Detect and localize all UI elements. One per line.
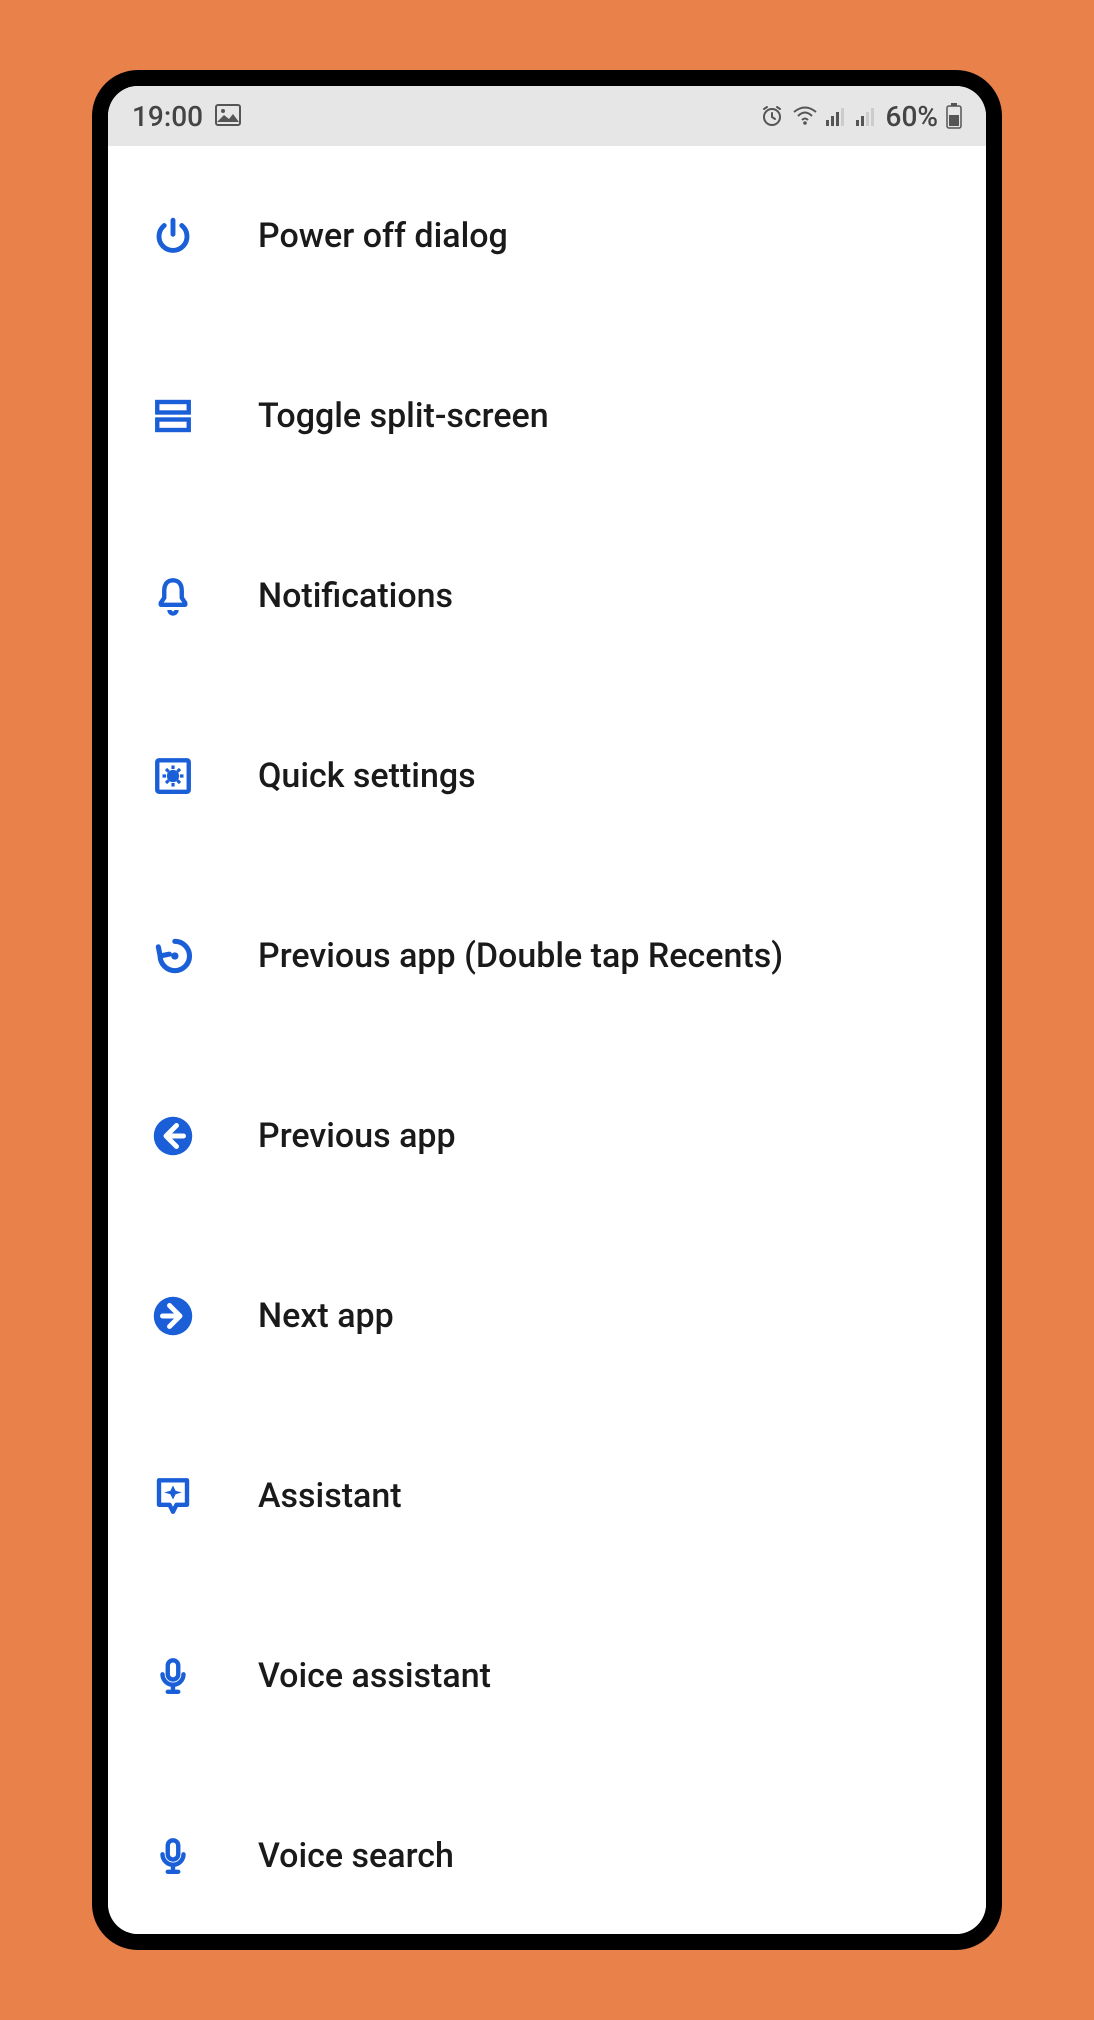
- menu-label: Voice search: [258, 1836, 454, 1876]
- status-time: 19:00: [132, 100, 203, 133]
- arrow-right-circle-icon: [148, 1291, 198, 1341]
- menu-label: Previous app: [258, 1116, 456, 1156]
- menu-item-power-off[interactable]: Power off dialog: [108, 146, 986, 326]
- menu-label: Assistant: [258, 1476, 402, 1516]
- menu-label: Previous app (Double tap Recents): [258, 936, 783, 976]
- phone-frame: 19:00 60%: [92, 70, 1002, 1950]
- arrow-left-circle-icon: [148, 1111, 198, 1161]
- menu-item-assistant[interactable]: Assistant: [108, 1406, 986, 1586]
- menu-item-notifications[interactable]: Notifications: [108, 506, 986, 686]
- menu-label: Toggle split-screen: [258, 396, 549, 436]
- quick-settings-icon: [148, 751, 198, 801]
- menu-item-quick-settings[interactable]: Quick settings: [108, 686, 986, 866]
- status-bar: 19:00 60%: [108, 86, 986, 146]
- battery-icon: [946, 103, 962, 129]
- status-right: 60%: [760, 100, 962, 133]
- status-left: 19:00: [132, 100, 241, 133]
- menu-item-previous-app-recents[interactable]: Previous app (Double tap Recents): [108, 866, 986, 1046]
- microphone-icon: [148, 1651, 198, 1701]
- bell-icon: [148, 571, 198, 621]
- menu-item-voice-search[interactable]: Voice search: [108, 1766, 986, 1934]
- signal-icon-2: [856, 106, 878, 126]
- screen: 19:00 60%: [108, 86, 986, 1934]
- menu-label: Next app: [258, 1296, 394, 1336]
- restore-icon: [148, 931, 198, 981]
- assistant-icon: [148, 1471, 198, 1521]
- menu-list: Power off dialog Toggle split-screen Not…: [108, 146, 986, 1934]
- menu-label: Voice assistant: [258, 1656, 491, 1696]
- wifi-icon: [792, 106, 818, 126]
- menu-label: Notifications: [258, 576, 453, 616]
- split-screen-icon: [148, 391, 198, 441]
- menu-item-split-screen[interactable]: Toggle split-screen: [108, 326, 986, 506]
- signal-icon-1: [826, 106, 848, 126]
- menu-item-next-app[interactable]: Next app: [108, 1226, 986, 1406]
- power-icon: [148, 211, 198, 261]
- menu-label: Quick settings: [258, 756, 476, 796]
- battery-percent: 60%: [886, 100, 938, 133]
- microphone-icon: [148, 1831, 198, 1881]
- menu-item-voice-assistant[interactable]: Voice assistant: [108, 1586, 986, 1766]
- picture-icon: [215, 100, 241, 133]
- alarm-icon: [760, 104, 784, 128]
- menu-label: Power off dialog: [258, 216, 508, 256]
- menu-item-previous-app[interactable]: Previous app: [108, 1046, 986, 1226]
